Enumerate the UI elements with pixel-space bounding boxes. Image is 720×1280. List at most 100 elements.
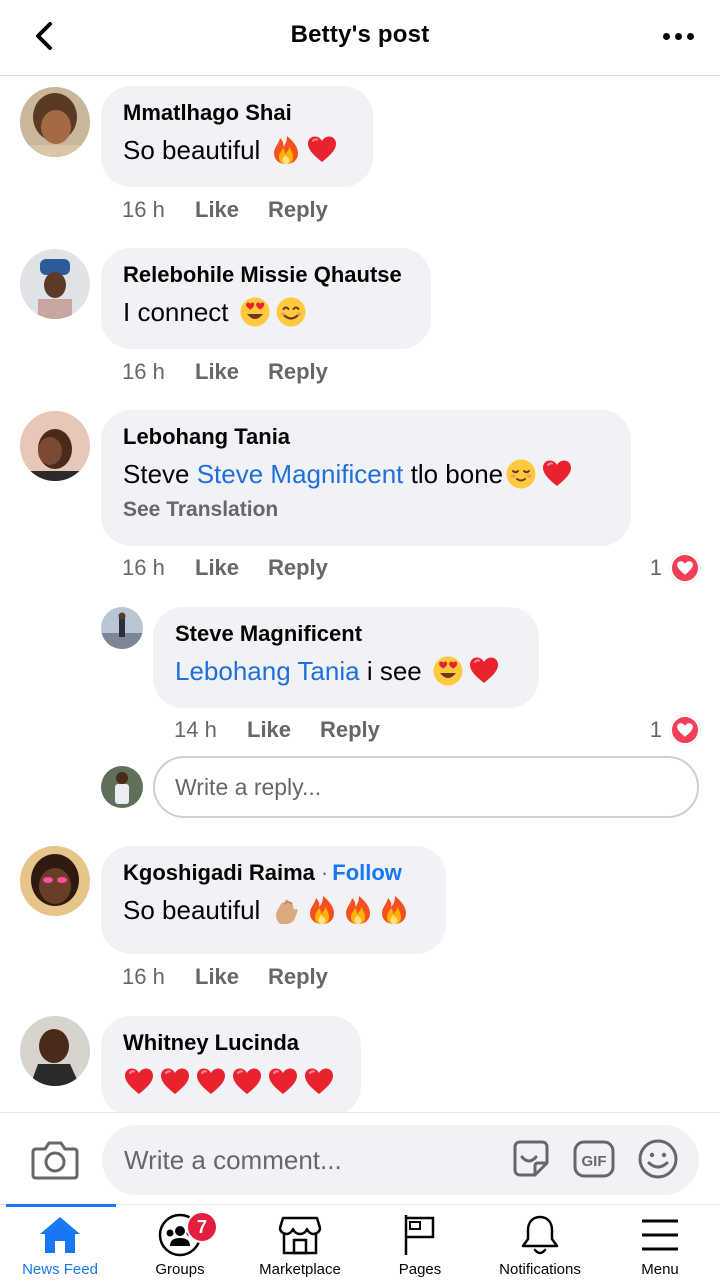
dot-icon — [674, 32, 682, 40]
top-bar: Betty's post — [0, 0, 720, 76]
avatar[interactable] — [20, 411, 90, 481]
love-reaction-icon — [670, 553, 700, 583]
menu-icon — [637, 1213, 683, 1257]
nav-groups[interactable]: 7 Groups — [120, 1205, 240, 1280]
camera-icon — [31, 1141, 79, 1180]
reaction-count[interactable]: 1 — [650, 553, 700, 583]
comments-list: Mmatlhago Shai So beautiful 16 h Like Re… — [0, 76, 720, 1112]
mention-link[interactable]: Steve Magnificent — [197, 459, 404, 490]
reaction-count[interactable]: 1 — [650, 715, 700, 745]
comment-meta: 16 h Like Reply — [122, 964, 328, 990]
sticker-icon — [513, 1140, 549, 1177]
svg-text:GIF: GIF — [582, 1153, 607, 1170]
emoji-button[interactable] — [636, 1137, 680, 1181]
gif-button[interactable]: GIF — [572, 1137, 616, 1181]
comment-bubble: Mmatlhago Shai So beautiful — [101, 86, 373, 187]
fire-emoji-icon — [342, 894, 374, 926]
comment-bubble: Lebohang Tania Steve Steve Magnificent t… — [101, 410, 631, 546]
comment-time: 16 h — [122, 197, 165, 222]
comment-author[interactable]: Mmatlhago Shai — [123, 100, 351, 126]
comment-time: 16 h — [122, 555, 165, 580]
comment-text: So beautiful — [123, 894, 424, 926]
emoji-icon — [638, 1139, 678, 1179]
follow-button[interactable]: Follow — [332, 860, 402, 885]
heart-emoji-icon — [541, 458, 573, 490]
heart-emoji-icon — [195, 1066, 227, 1098]
page-title: Betty's post — [290, 21, 430, 48]
comment-author: Kgoshigadi Raima · Follow — [123, 860, 402, 885]
heart-eyes-emoji-icon — [240, 297, 270, 327]
love-reaction-icon — [670, 715, 700, 745]
reply-text: Lebohang Tania i see — [175, 655, 517, 687]
nav-menu[interactable]: Menu — [600, 1205, 720, 1280]
heart-emoji-icon — [468, 655, 500, 687]
more-options-button[interactable] — [658, 22, 698, 50]
reply-time: 14 h — [174, 717, 217, 742]
heart-eyes-emoji-icon — [433, 656, 463, 686]
reply-button[interactable]: Reply — [268, 964, 328, 990]
reply-button[interactable]: Reply — [268, 555, 328, 581]
comment-text: Steve Steve Magnificent tlo bone — [123, 458, 609, 490]
heart-emoji-icon — [306, 134, 338, 166]
like-button[interactable]: Like — [195, 555, 268, 581]
heart-emoji-icon — [123, 1066, 155, 1098]
nav-notifications[interactable]: Notifications — [480, 1205, 600, 1280]
fire-emoji-icon — [270, 134, 302, 166]
like-button[interactable]: Like — [195, 359, 268, 385]
current-user-avatar — [101, 766, 143, 808]
comment-composer: Write a comment... GIF — [0, 1112, 720, 1204]
comment-text: I connect — [123, 296, 409, 328]
smile-emoji-icon — [276, 297, 306, 327]
like-button[interactable]: Like — [195, 197, 268, 223]
comment-text: So beautiful — [123, 134, 351, 166]
comment-meta: 16 h Like Reply — [122, 197, 328, 223]
like-button[interactable]: Like — [195, 964, 268, 990]
comment-text — [123, 1066, 339, 1098]
nav-marketplace[interactable]: Marketplace — [240, 1205, 360, 1280]
comment-meta: 16 h Like Reply — [122, 555, 328, 581]
comment-author[interactable]: Whitney Lucinda — [123, 1030, 339, 1056]
nav-pages[interactable]: Pages — [360, 1205, 480, 1280]
dot-icon — [686, 32, 694, 40]
pinched-fingers-emoji-icon — [276, 899, 298, 924]
comment-bubble: Kgoshigadi Raima · Follow So beautiful — [101, 846, 446, 954]
heart-emoji-icon — [159, 1066, 191, 1098]
comment-author[interactable]: Relebohile Missie Qhautse — [123, 262, 409, 288]
bell-icon — [517, 1213, 563, 1257]
heart-emoji-icon — [231, 1066, 263, 1098]
avatar[interactable] — [20, 249, 90, 319]
marketplace-icon — [277, 1213, 323, 1257]
avatar[interactable] — [20, 87, 90, 157]
active-indicator — [6, 1204, 116, 1207]
fire-emoji-icon — [306, 894, 338, 926]
comment-time: 16 h — [122, 359, 165, 384]
sticker-button[interactable] — [509, 1137, 553, 1181]
comment-meta: 16 h Like Reply — [122, 359, 328, 385]
dot-icon — [662, 32, 670, 40]
avatar[interactable] — [20, 1016, 90, 1086]
avatar[interactable] — [20, 846, 90, 916]
camera-button[interactable] — [30, 1137, 80, 1181]
relieved-emoji-icon — [506, 459, 536, 489]
avatar[interactable] — [101, 607, 143, 649]
heart-emoji-icon — [267, 1066, 299, 1098]
flag-icon — [397, 1213, 443, 1257]
like-button[interactable]: Like — [247, 717, 320, 743]
comment-bubble: Whitney Lucinda — [101, 1016, 361, 1112]
reply-input[interactable]: Write a reply... — [153, 756, 699, 818]
reply-meta: 14 h Like Reply — [174, 717, 380, 743]
gif-icon: GIF — [573, 1140, 615, 1178]
reply-button[interactable]: Reply — [268, 197, 328, 223]
notification-badge: 7 — [186, 1211, 218, 1243]
mention-link[interactable]: Lebohang Tania — [175, 656, 360, 687]
comment-time: 16 h — [122, 964, 165, 989]
home-icon — [37, 1213, 83, 1257]
heart-emoji-icon — [303, 1066, 335, 1098]
see-translation-link[interactable]: See Translation — [123, 498, 609, 522]
reply-author[interactable]: Steve Magnificent — [175, 621, 517, 647]
reply-button[interactable]: Reply — [320, 717, 380, 743]
reply-bubble: Steve Magnificent Lebohang Tania i see — [153, 607, 539, 708]
comment-author[interactable]: Lebohang Tania — [123, 424, 609, 450]
reply-button[interactable]: Reply — [268, 359, 328, 385]
nav-news-feed[interactable]: News Feed — [0, 1204, 120, 1280]
